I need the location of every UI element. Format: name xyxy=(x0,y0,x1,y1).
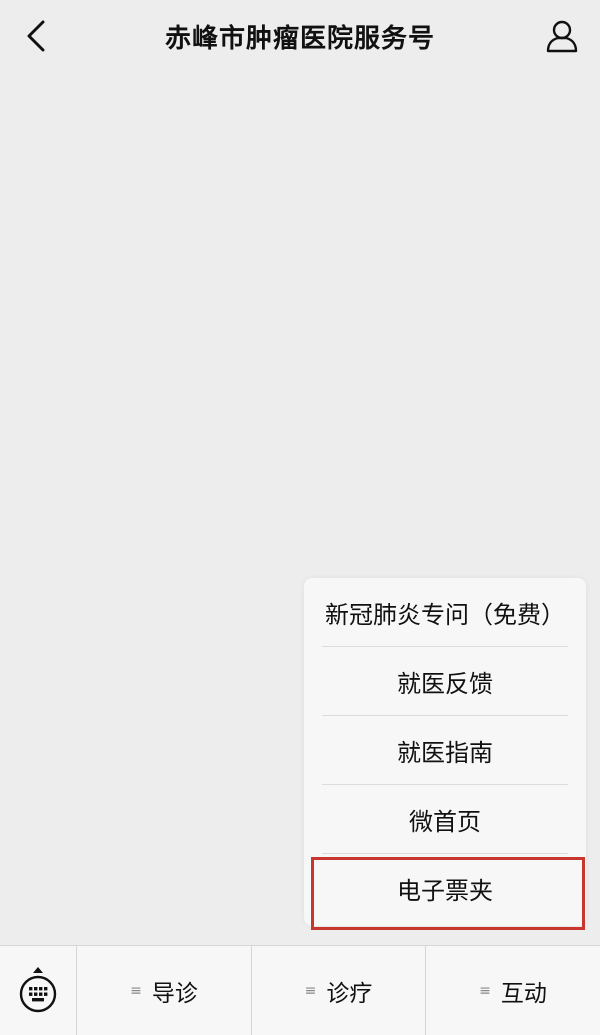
header-bar: 赤峰市肿瘤医院服务号 xyxy=(0,0,600,72)
menu-item-micro-home[interactable]: 微首页 xyxy=(304,785,586,853)
tab-label: 导诊 xyxy=(151,980,198,1007)
back-button[interactable] xyxy=(14,14,58,58)
tab-treatment[interactable]: ≡ 诊疗 xyxy=(252,946,426,1035)
keyboard-toggle-button[interactable] xyxy=(0,946,77,1035)
menu-lines-icon: ≡ xyxy=(479,982,491,999)
tab-interaction[interactable]: ≡ 互动 xyxy=(426,946,600,1035)
tab-label: 互动 xyxy=(500,980,547,1007)
menu-item-e-ticket-folder[interactable]: 电子票夹 xyxy=(304,854,586,922)
popup-menu: 新冠肺炎专问（免费） 就医反馈 就医指南 微首页 电子票夹 xyxy=(304,578,586,926)
menu-item-guide[interactable]: 就医指南 xyxy=(304,716,586,784)
chevron-left-icon xyxy=(27,20,45,52)
menu-item-feedback[interactable]: 就医反馈 xyxy=(304,647,586,715)
bottom-menu-bar: ≡ 导诊 ≡ 诊疗 ≡ 互动 xyxy=(0,945,600,1035)
menu-lines-icon: ≡ xyxy=(130,982,142,999)
tab-label: 诊疗 xyxy=(326,980,373,1007)
keyboard-icon xyxy=(19,966,57,1012)
person-icon xyxy=(546,20,578,53)
menu-item-covid-consult[interactable]: 新冠肺炎专问（免费） xyxy=(304,578,586,646)
profile-button[interactable] xyxy=(540,14,584,58)
tab-guidance[interactable]: ≡ 导诊 xyxy=(77,946,252,1035)
menu-lines-icon: ≡ xyxy=(304,982,317,999)
page-title: 赤峰市肿瘤医院服务号 xyxy=(164,23,435,54)
